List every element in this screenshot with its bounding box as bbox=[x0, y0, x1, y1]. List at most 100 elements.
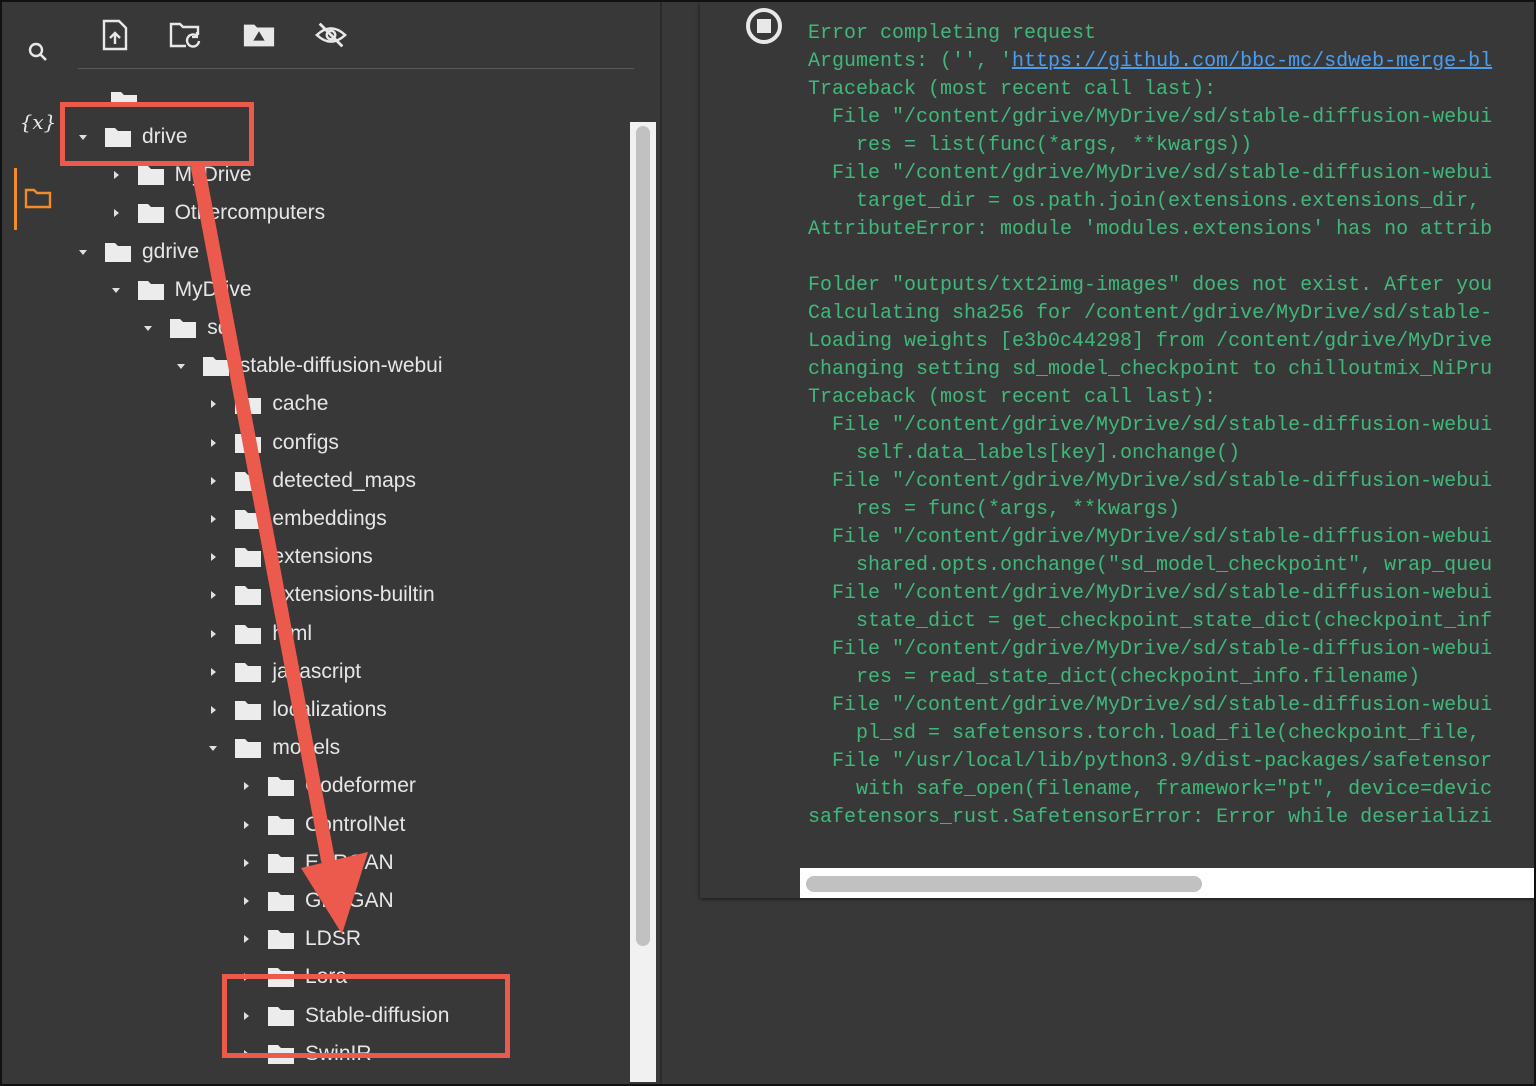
file-tree-row[interactable]: models bbox=[206, 731, 340, 765]
file-tree-scrollbar-thumb[interactable] bbox=[636, 126, 650, 946]
folder-icon bbox=[234, 661, 262, 683]
output-line: res = list(func(*args, **kwargs)) bbox=[808, 132, 1536, 160]
folder-icon bbox=[234, 546, 262, 568]
output-line: Traceback (most recent call last): bbox=[808, 76, 1536, 104]
file-tree-row[interactable]: extensions bbox=[206, 540, 373, 574]
output-line: File "/content/gdrive/MyDrive/sd/stable-… bbox=[808, 468, 1536, 496]
file-tree-row[interactable]: ESRGAN bbox=[239, 846, 394, 880]
file-tree-label: Othercomputers bbox=[174, 201, 326, 225]
file-tree-row[interactable]: GFPGAN bbox=[239, 884, 394, 918]
refresh-folder-icon[interactable] bbox=[168, 18, 202, 52]
chevron-down-icon[interactable] bbox=[76, 245, 90, 259]
search-icon[interactable] bbox=[20, 34, 56, 70]
output-line-text: File "/content/gdrive/MyDrive/sd/stable-… bbox=[808, 638, 1493, 661]
hide-hidden-files-icon[interactable] bbox=[314, 18, 348, 52]
output-line-text: Folder "outputs/txt2img-images" does not… bbox=[808, 274, 1493, 297]
mount-drive-icon[interactable] bbox=[242, 18, 276, 52]
folder-icon bbox=[267, 775, 295, 797]
chevron-right-icon[interactable] bbox=[206, 627, 220, 641]
output-line-text: File "/content/gdrive/MyDrive/sd/stable-… bbox=[808, 526, 1493, 549]
folder-icon bbox=[234, 508, 262, 530]
output-line-text: safetensors_rust.SafetensorError: Error … bbox=[808, 806, 1493, 829]
file-tree-row[interactable]: configs bbox=[206, 426, 339, 460]
output-line: File "/content/gdrive/MyDrive/sd/stable-… bbox=[808, 524, 1536, 552]
file-tree-row[interactable]: html bbox=[206, 617, 312, 651]
folder-icon bbox=[137, 164, 165, 186]
file-tree-row[interactable]: extensions-builtin bbox=[206, 578, 435, 612]
output-line: Folder "outputs/txt2img-images" does not… bbox=[808, 272, 1536, 300]
file-tree-row[interactable]: Othercomputers bbox=[109, 196, 326, 230]
output-line: state_dict = get_checkpoint_state_dict(c… bbox=[808, 608, 1536, 636]
folder-icon bbox=[104, 241, 132, 263]
chevron-right-icon[interactable] bbox=[239, 818, 253, 832]
upload-file-icon[interactable] bbox=[98, 18, 132, 52]
file-tree-label: html bbox=[272, 621, 313, 645]
output-line-text: Traceback (most recent call last): bbox=[808, 386, 1217, 409]
file-tree-row[interactable]: detected_maps bbox=[206, 464, 416, 498]
folder-icon bbox=[267, 852, 295, 874]
chevron-right-icon[interactable] bbox=[206, 550, 220, 564]
chevron-down-icon[interactable] bbox=[141, 321, 155, 335]
output-line: File "/content/gdrive/MyDrive/sd/stable-… bbox=[808, 636, 1536, 664]
chevron-right-icon[interactable] bbox=[206, 512, 220, 526]
file-tree-label: MyDrive bbox=[174, 163, 252, 187]
chevron-right-icon[interactable] bbox=[206, 436, 220, 450]
output-line-text: File "/content/gdrive/MyDrive/sd/stable-… bbox=[808, 162, 1493, 185]
cell-output: Error completing request Arguments: ('', … bbox=[700, 2, 1536, 898]
folder-icon bbox=[267, 928, 295, 950]
file-tree-row[interactable]: ControlNet bbox=[239, 808, 405, 842]
output-line: File "/content/gdrive/MyDrive/sd/stable-… bbox=[808, 104, 1536, 132]
folder-icon bbox=[267, 890, 295, 912]
file-tree-row[interactable]: gdrive bbox=[76, 235, 199, 269]
file-tree-label: embeddings bbox=[272, 507, 387, 530]
output-line: Arguments: ('', 'https://github.com/bbc-… bbox=[808, 48, 1536, 76]
chevron-right-icon[interactable] bbox=[206, 665, 220, 679]
file-tree-row[interactable]: embeddings bbox=[206, 502, 387, 536]
output-link[interactable]: https://github.com/bbc-mc/sdweb-merge-bl bbox=[1012, 50, 1492, 73]
file-tree-row[interactable]: localizations bbox=[206, 693, 387, 727]
variables-icon[interactable]: {x} bbox=[20, 104, 57, 140]
output-line-text: self.data_labels[key].onchange() bbox=[808, 442, 1241, 465]
file-tree-row[interactable]: Codeformer bbox=[239, 769, 416, 803]
chevron-down-icon[interactable] bbox=[174, 359, 188, 373]
output-line-text: File "/content/gdrive/MyDrive/sd/stable-… bbox=[808, 582, 1493, 605]
chevron-right-icon[interactable] bbox=[206, 588, 220, 602]
output-line-text: Calculating sha256 for /content/gdrive/M… bbox=[808, 302, 1493, 325]
chevron-right-icon[interactable] bbox=[206, 397, 220, 411]
chevron-right-icon[interactable] bbox=[239, 894, 253, 908]
chevron-right-icon[interactable] bbox=[109, 206, 123, 220]
output-line-text: Arguments: ('', ' bbox=[808, 50, 1013, 73]
file-tree-row[interactable]: LDSR bbox=[239, 922, 361, 956]
file-tree-row[interactable]: sd bbox=[141, 311, 229, 345]
folder-icon bbox=[234, 470, 262, 492]
chevron-right-icon[interactable] bbox=[109, 168, 123, 182]
output-line: AttributeError: module 'modules.extensio… bbox=[808, 216, 1536, 244]
folder-icon bbox=[202, 355, 230, 377]
output-line: Traceback (most recent call last): bbox=[808, 384, 1536, 412]
output-line-text: Error completing request bbox=[808, 22, 1097, 45]
cell-run-icon[interactable] bbox=[744, 6, 784, 46]
chevron-right-icon[interactable] bbox=[206, 474, 220, 488]
chevron-down-icon[interactable] bbox=[109, 283, 123, 297]
folder-icon bbox=[169, 317, 197, 339]
output-line-text: state_dict = get_checkpoint_state_dict(c… bbox=[808, 610, 1493, 633]
chevron-down-icon[interactable] bbox=[206, 741, 220, 755]
file-tree-row[interactable]: stable-diffusion-webui bbox=[174, 349, 443, 383]
chevron-right-icon[interactable] bbox=[239, 779, 253, 793]
highlight-drive bbox=[60, 102, 254, 166]
output-line: Loading weights [e3b0c44298] from /conte… bbox=[808, 328, 1536, 356]
chevron-right-icon[interactable] bbox=[239, 856, 253, 870]
folder-icon bbox=[234, 699, 262, 721]
output-line-text: AttributeError: module 'modules.extensio… bbox=[808, 218, 1493, 241]
output-line-text: res = read_state_dict(checkpoint_info.fi… bbox=[808, 666, 1421, 689]
output-line: File "/content/gdrive/MyDrive/sd/stable-… bbox=[808, 580, 1536, 608]
chevron-right-icon[interactable] bbox=[239, 932, 253, 946]
folder-icon[interactable] bbox=[20, 180, 56, 216]
folder-icon bbox=[267, 814, 295, 836]
file-tree-row[interactable]: javascript bbox=[206, 655, 361, 689]
output-horizontal-scrollbar-thumb[interactable] bbox=[806, 876, 1202, 892]
file-tree-row[interactable]: MyDrive bbox=[109, 273, 252, 307]
output-line-text: Traceback (most recent call last): bbox=[808, 78, 1217, 101]
file-tree-row[interactable]: cache bbox=[206, 387, 328, 421]
chevron-right-icon[interactable] bbox=[206, 703, 220, 717]
